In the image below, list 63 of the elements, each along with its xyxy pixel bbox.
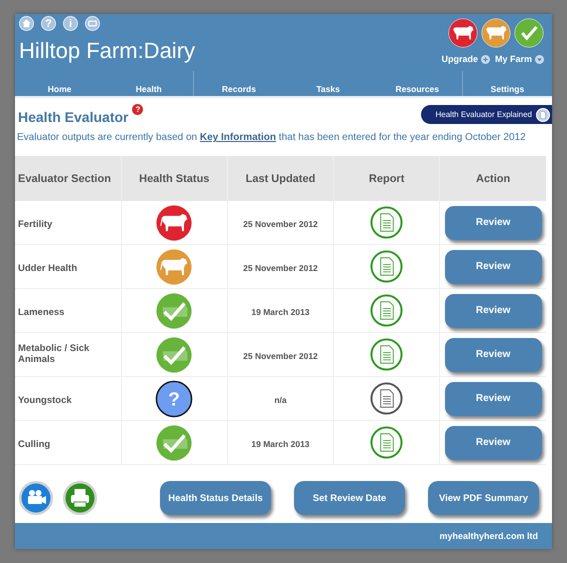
cow-icon	[155, 248, 194, 286]
action-button[interactable]: Set Review Date	[294, 481, 405, 516]
review-button[interactable]: Review	[444, 338, 542, 372]
check-icon	[155, 424, 194, 462]
question-icon: ?	[155, 380, 194, 418]
intro-text: Evaluator outputs are currently based on Key Information that has been entered for the year ending October 2012	[17, 132, 527, 144]
column-header: Report	[334, 156, 440, 202]
action-button[interactable]: View PDF Summary	[428, 481, 539, 516]
document-icon[interactable]	[370, 338, 404, 372]
video-camera-icon[interactable]	[18, 480, 54, 516]
document-icon[interactable]	[370, 294, 404, 328]
review-button[interactable]: Review	[444, 294, 542, 328]
review-button[interactable]: Review	[444, 250, 542, 284]
footer-text: myhealthyherd.com ltd	[439, 531, 538, 542]
nav-tab[interactable]: Health	[136, 84, 162, 94]
nav-tab[interactable]: Tasks	[316, 84, 340, 94]
document-icon	[536, 108, 550, 122]
dropdown-icon[interactable]	[535, 54, 544, 64]
date-text: 19 March 2013	[251, 438, 310, 449]
plus-icon[interactable]	[480, 54, 490, 64]
check-icon[interactable]	[514, 18, 544, 48]
explained-button[interactable]: Health Evaluator Explained	[421, 105, 552, 124]
cow-icon[interactable]	[481, 18, 511, 48]
document-icon[interactable]	[370, 382, 404, 416]
review-button[interactable]: Review	[444, 426, 542, 460]
my-farm-link[interactable]: My Farm	[494, 54, 532, 64]
cow-icon[interactable]	[448, 18, 478, 48]
key-information-link[interactable]: Key Information	[200, 132, 276, 144]
date-text: 19 March 2013	[251, 306, 310, 317]
action-button[interactable]: Health Status Details	[160, 481, 271, 516]
section-name: Udder Health	[18, 262, 78, 274]
review-button[interactable]: Review	[444, 382, 542, 416]
nav-tab[interactable]: Resources	[396, 84, 439, 94]
check-icon	[155, 336, 194, 374]
date-text: n/a	[274, 394, 287, 405]
date-text: 25 November 2012	[243, 218, 318, 229]
mail-icon[interactable]	[85, 16, 100, 31]
document-icon[interactable]	[370, 206, 404, 240]
date-text: 25 November 2012	[243, 262, 318, 273]
section-name: Youngstock	[18, 394, 73, 406]
column-header: Evaluator Section	[15, 156, 122, 202]
section-name: Culling	[18, 438, 52, 450]
column-header: Health Status	[121, 156, 228, 202]
printer-icon[interactable]	[62, 480, 98, 516]
help-badge[interactable]: ?	[132, 104, 144, 116]
nav-tab[interactable]: Home	[48, 84, 72, 94]
nav-tab[interactable]: Settings	[490, 84, 524, 94]
section-name: Lameness	[18, 306, 66, 318]
section-name: Metabolic / Sick Animals	[18, 342, 90, 365]
farm-title: Hilltop Farm:Dairy	[19, 38, 196, 64]
page-heading: Health Evaluator	[18, 108, 128, 126]
column-header: Action	[440, 156, 546, 202]
check-icon	[155, 292, 194, 330]
nav-tab[interactable]: Records	[222, 84, 256, 94]
cow-icon	[155, 204, 194, 242]
column-header: Last Updated	[227, 156, 334, 202]
review-button[interactable]: Review	[444, 206, 542, 240]
document-icon[interactable]	[370, 426, 404, 460]
document-icon[interactable]	[370, 250, 404, 284]
date-text: 25 November 2012	[243, 350, 318, 361]
upgrade-link[interactable]: Upgrade	[441, 54, 478, 64]
home-icon[interactable]	[19, 16, 34, 31]
section-name: Fertility	[18, 218, 54, 230]
